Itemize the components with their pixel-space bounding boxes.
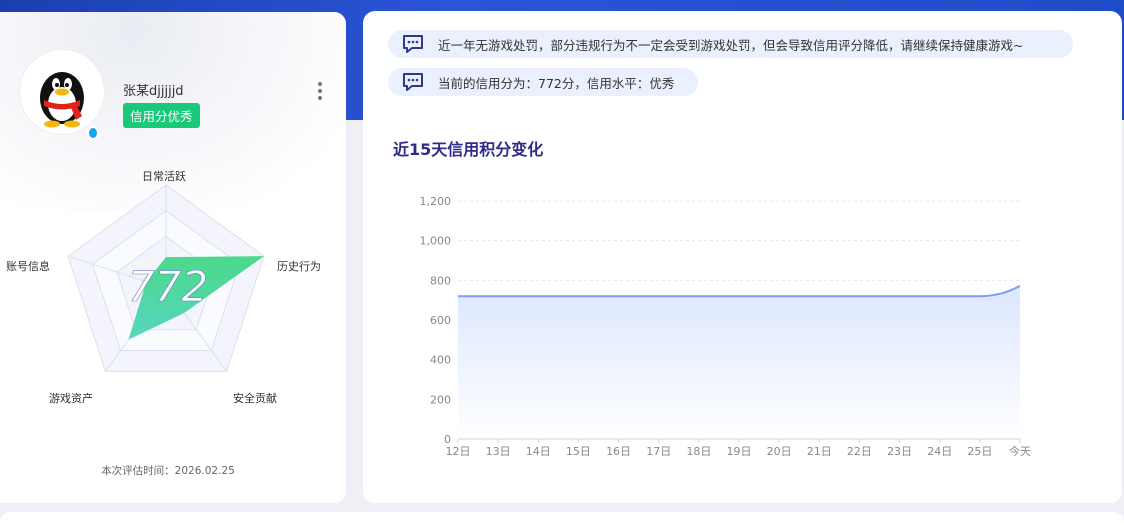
chart-x-tick-label: 14日	[526, 445, 551, 458]
profile-card: 张某djjjjjd 信用分优秀 772 日常活跃 历史行为 安全贡献 游戏资产 …	[0, 12, 346, 503]
radar-axis-label-security: 安全贡献	[233, 391, 277, 405]
radar-axis-label-history: 历史行为	[277, 260, 321, 273]
chart-x-tick-label: 19日	[727, 445, 752, 458]
qq-badge-icon	[86, 126, 100, 140]
chart-x-tick-label: 13日	[486, 445, 511, 458]
notice-score-text: 当前的信用分为：772分，信用水平：优秀	[438, 75, 675, 91]
message-icon	[403, 73, 423, 91]
credit-level-badge: 信用分优秀	[123, 103, 200, 128]
notice-score: 当前的信用分为：772分，信用水平：优秀	[388, 68, 698, 96]
chart-x-tick-label: 22日	[847, 445, 872, 458]
chart-x-tick-label: 16日	[606, 445, 631, 458]
evaluation-time: 本次评估时间：2026.02.25	[101, 465, 235, 477]
chart-x-tick-label: 17日	[646, 445, 671, 458]
chart-series-area	[458, 285, 1020, 439]
chart-x-tick-label: 15日	[566, 445, 591, 458]
credit-trend-chart: 02004006008001,0001,200 12日 13日 14日 15日 16日 1…	[420, 195, 1032, 458]
username: 张某djjjjjd	[123, 84, 184, 99]
radar-axis-label-account: 账号信息	[6, 259, 50, 273]
chart-x-tick-label: 25日	[967, 445, 992, 458]
notice-penalty: 近一年无游戏处罚，部分违规行为不一定会受到游戏处罚，但会导致信用评分降低，请继续…	[388, 30, 1073, 58]
bottom-panel	[0, 512, 1124, 525]
chart-y-tick-label: 1,200	[420, 195, 452, 208]
chart-y-tick-label: 600	[430, 314, 451, 327]
chart-y-tick-label: 200	[430, 393, 451, 406]
chart-x-tick-label: 20日	[767, 445, 792, 458]
credit-detail-card: 近一年无游戏处罚，部分违规行为不一定会受到游戏处罚，但会导致信用评分降低，请继续…	[363, 11, 1122, 503]
chart-x-tick-label: 24日	[927, 445, 952, 458]
chart-title: 近15天信用积分变化	[393, 140, 544, 159]
message-icon	[403, 35, 423, 53]
chart-x-tick-label: 21日	[807, 445, 832, 458]
chart-x-tick-label: 今天	[1009, 444, 1031, 458]
radar-axis-label-daily: 日常活跃	[142, 169, 186, 183]
chart-y-tick-label: 800	[430, 274, 451, 287]
avatar[interactable]	[20, 50, 104, 134]
more-options-icon[interactable]	[316, 80, 324, 102]
chart-y-tick-label: 1,000	[420, 235, 452, 248]
credit-radar-chart: 772 日常活跃 历史行为 安全贡献 游戏资产 账号信息	[6, 169, 321, 405]
chart-series-line	[458, 284, 1021, 298]
chart-y-tick-label: 400	[430, 354, 451, 367]
notice-penalty-text: 近一年无游戏处罚，部分违规行为不一定会受到游戏处罚，但会导致信用评分降低，请继续…	[438, 37, 1024, 53]
credit-score-value: 772	[128, 262, 208, 311]
chart-x-tick-label: 18日	[686, 445, 711, 458]
radar-axis-label-assets: 游戏资产	[49, 391, 93, 405]
chart-x-tick-label: 23日	[887, 445, 912, 458]
qq-penguin-icon	[40, 72, 84, 128]
chart-x-tick-label: 12日	[446, 445, 471, 458]
